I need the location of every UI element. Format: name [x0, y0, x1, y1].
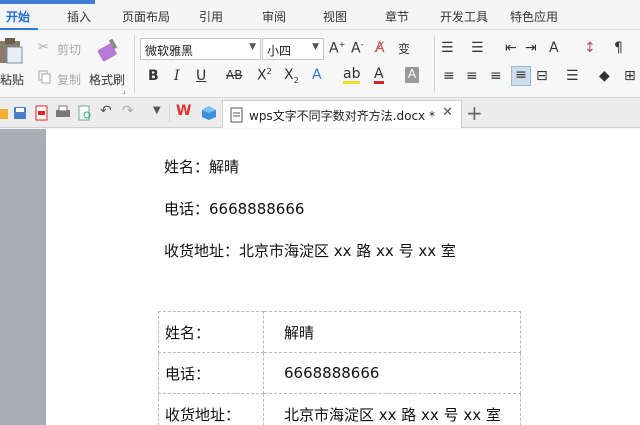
- info-table: 姓名： 解晴 电话： 6668888666 收货地址： 北京市海淀区 xx 路 …: [158, 311, 521, 425]
- new-tab-icon[interactable]: +: [466, 101, 483, 125]
- italic-icon[interactable]: I: [174, 68, 180, 84]
- export-pdf-icon[interactable]: [34, 105, 50, 121]
- redo-icon[interactable]: ↷: [122, 103, 134, 119]
- close-icon[interactable]: ✕: [442, 105, 453, 120]
- tab-references[interactable]: 引用: [199, 8, 223, 25]
- divider: [434, 35, 435, 93]
- font-color-icon[interactable]: A: [374, 67, 384, 84]
- table-cell-label[interactable]: 电话：: [158, 352, 264, 394]
- scissors-icon: ✂: [38, 40, 49, 55]
- wps-logo-icon[interactable]: W: [176, 103, 191, 119]
- format-painter-icon[interactable]: [96, 37, 122, 63]
- align-left-icon[interactable]: ≡: [443, 68, 455, 84]
- superscript-icon[interactable]: X2: [257, 67, 272, 84]
- save-icon[interactable]: [12, 105, 28, 121]
- tab-insert[interactable]: 插入: [67, 8, 91, 25]
- customize-quick-access-icon[interactable]: ▼: [153, 105, 161, 116]
- document-page[interactable]: 姓名：解晴 电话：6668888666 收货地址：北京市海淀区 xx 路 xx …: [46, 129, 640, 425]
- borders-icon[interactable]: ⊞: [624, 68, 636, 84]
- shading-icon[interactable]: ◆: [599, 68, 610, 84]
- chevron-down-icon: ▼: [312, 42, 319, 52]
- cut-button[interactable]: 剪切: [57, 41, 81, 58]
- distribute-icon[interactable]: ⊟: [536, 68, 548, 84]
- tab-home[interactable]: 开始: [6, 8, 30, 25]
- table-cell-value[interactable]: 解晴: [263, 311, 521, 353]
- char-shading-icon[interactable]: A: [405, 67, 419, 83]
- tab-developer[interactable]: 开发工具: [440, 8, 488, 25]
- tab-underline: [0, 28, 38, 30]
- clear-format-icon[interactable]: A̸: [375, 40, 385, 56]
- decrease-indent-icon[interactable]: ⇤: [505, 40, 517, 56]
- table-row: 电话： 6668888666: [158, 352, 521, 394]
- grow-font-icon[interactable]: A+: [329, 40, 345, 57]
- font-size-value: 小四: [267, 44, 292, 58]
- table-cell-label[interactable]: 姓名：: [158, 311, 264, 353]
- shrink-font-icon[interactable]: A-: [351, 40, 363, 57]
- text-effect-icon[interactable]: A: [312, 67, 322, 83]
- line-spacing-icon[interactable]: ☰: [566, 68, 579, 84]
- cloud-box-icon[interactable]: [201, 105, 217, 121]
- increase-indent-icon[interactable]: ⇥: [525, 40, 537, 56]
- table-row: 收货地址： 北京市海淀区 xx 路 xx 号 xx 室: [158, 393, 521, 425]
- align-center-icon[interactable]: ≡: [466, 68, 478, 84]
- font-name-select[interactable]: 微软雅黑 ▼: [140, 38, 261, 60]
- paste-button[interactable]: 粘贴: [0, 71, 24, 88]
- chevron-down-icon: ▼: [249, 42, 256, 52]
- bullet-list-icon[interactable]: ☰: [441, 40, 454, 56]
- numbered-list-icon[interactable]: ☰: [471, 40, 484, 56]
- tab-page-layout[interactable]: 页面布局: [122, 8, 170, 25]
- tab-view[interactable]: 视图: [323, 8, 347, 25]
- copy-button[interactable]: 复制: [57, 71, 81, 88]
- highlight-icon[interactable]: ab: [343, 67, 361, 84]
- format-painter-button[interactable]: 格式刷: [89, 71, 125, 88]
- subscript-icon[interactable]: X2: [284, 67, 299, 85]
- left-margin-gutter: [0, 129, 46, 425]
- bold-icon[interactable]: B: [148, 68, 159, 84]
- align-right-icon[interactable]: ≡: [490, 68, 502, 84]
- print-preview-icon[interactable]: [77, 105, 93, 121]
- copy-icon: [38, 70, 51, 84]
- underline-icon[interactable]: U: [196, 68, 206, 84]
- tab-review[interactable]: 审阅: [262, 8, 286, 25]
- print-icon[interactable]: [55, 105, 71, 121]
- address-line: 收货地址：北京市海淀区 xx 路 xx 号 xx 室: [164, 242, 456, 260]
- sort-icon[interactable]: ↕: [584, 40, 596, 56]
- table-row: 姓名： 解晴: [158, 311, 521, 353]
- table-cell-label[interactable]: 收货地址：: [158, 393, 264, 425]
- phonetic-guide-icon[interactable]: 变: [398, 40, 410, 57]
- undo-icon[interactable]: ↶: [100, 103, 112, 119]
- paste-icon[interactable]: [0, 37, 24, 65]
- strikethrough-icon[interactable]: AB: [226, 68, 242, 82]
- show-marks-icon[interactable]: ¶: [614, 40, 623, 56]
- table-cell-value[interactable]: 北京市海淀区 xx 路 xx 号 xx 室: [263, 393, 521, 425]
- phone-line: 电话：6668888666: [164, 200, 305, 218]
- name-line: 姓名：解晴: [164, 158, 240, 176]
- document-tab[interactable]: wps文字不同字数对齐方法.docx * ✕: [222, 100, 462, 128]
- active-tab-indicator: [0, 0, 95, 4]
- font-size-select[interactable]: 小四 ▼: [262, 38, 324, 60]
- ribbon: 粘贴 ✂ 剪切 复制 格式刷 ⌟ 微软雅黑 ▼ 小四 ▼ A+ A- A̸ 变 …: [0, 31, 640, 98]
- font-name-value: 微软雅黑: [145, 44, 194, 58]
- divider: [134, 35, 135, 93]
- menu-bar: 开始 插入 页面布局 引用 审阅 视图 章节 开发工具 特色应用: [0, 0, 640, 30]
- divider: [169, 104, 170, 122]
- tab-sections[interactable]: 章节: [385, 8, 409, 25]
- document-icon: [230, 107, 243, 123]
- document-tab-title: wps文字不同字数对齐方法.docx *: [249, 109, 435, 123]
- table-cell-value[interactable]: 6668888666: [263, 352, 521, 394]
- tab-special[interactable]: 特色应用: [510, 8, 558, 25]
- justify-icon[interactable]: ≡: [511, 66, 531, 86]
- change-case-icon[interactable]: A: [549, 40, 559, 56]
- clipboard-launcher-icon[interactable]: ⌟: [122, 86, 126, 95]
